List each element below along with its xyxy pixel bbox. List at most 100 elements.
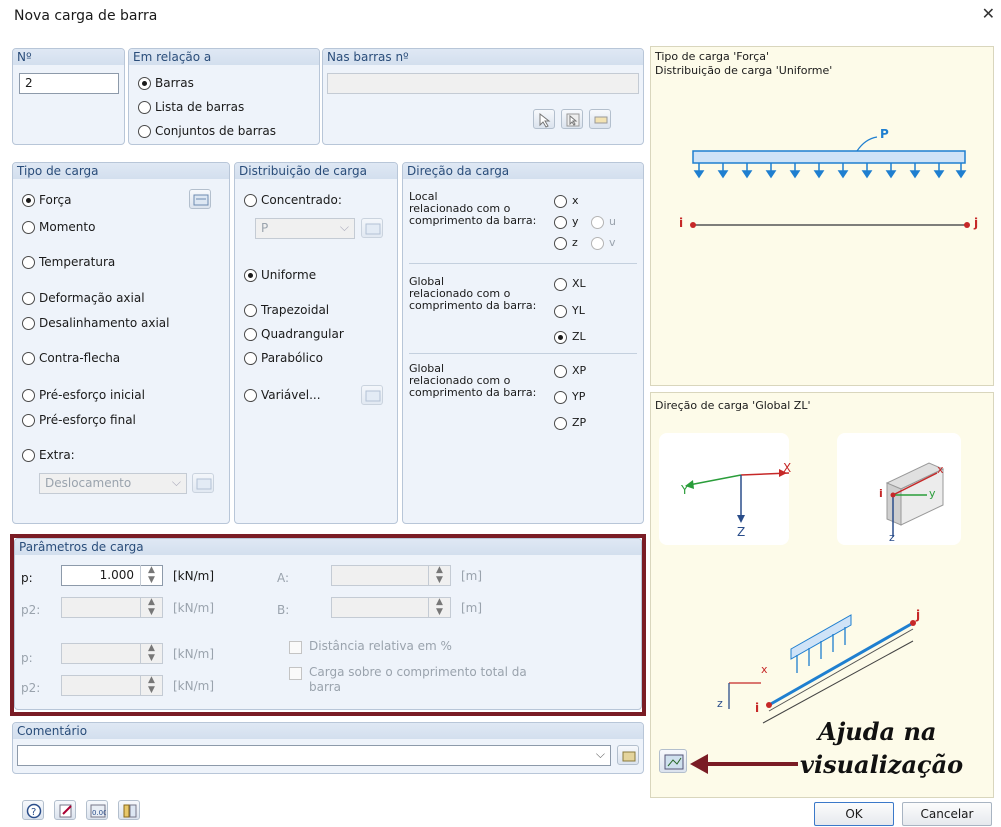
divider [409, 263, 637, 264]
library-icon [622, 751, 636, 762]
direction-panel: Direção da carga Local relacionado com o… [402, 162, 644, 524]
radio-dir-x[interactable] [554, 195, 567, 208]
radio-dir-v[interactable] [591, 237, 604, 250]
global-desc2: comprimento da barra: [409, 299, 537, 312]
radio-concentrado[interactable] [244, 194, 257, 207]
radio-pre-esforco-inicial-label: Pré-esforço inicial [39, 388, 145, 402]
chevron-down-icon: ⌵ [339, 220, 349, 234]
edit-button[interactable] [54, 800, 76, 820]
members-header: Nas barras nº [323, 49, 643, 65]
edit-dialog-icon [193, 194, 209, 206]
radio-pre-esforco-inicial[interactable] [22, 389, 35, 402]
decimal-places-button[interactable]: 0.00 [86, 800, 108, 820]
variable-details-button[interactable] [361, 385, 383, 405]
annotation-arrow [690, 754, 798, 774]
concentrated-dropdown[interactable]: P ⌵ [255, 218, 355, 239]
decimal-icon: 0.00 [90, 804, 106, 818]
local-desc: Local relacionado com o comprimento da b… [409, 191, 536, 227]
radio-deformacao-axial[interactable] [22, 292, 35, 305]
extra-details-button[interactable] [192, 473, 214, 493]
concentrated-dropdown-value: P [261, 221, 269, 235]
visualization-help-button[interactable] [659, 749, 687, 773]
radio-pre-esforco-final[interactable] [22, 414, 35, 427]
load-type-header: Tipo de carga [13, 163, 229, 179]
radio-quadrangular-label: Quadrangular [261, 327, 344, 341]
radio-conjuntos-barras-label: Conjuntos de barras [155, 124, 277, 138]
cursor-multi-icon [566, 113, 580, 127]
radio-dir-xl[interactable] [554, 278, 567, 291]
radio-lista-barras[interactable] [138, 101, 151, 114]
radio-temperatura[interactable] [22, 256, 35, 269]
radio-dir-xp[interactable] [554, 365, 567, 378]
extra-dropdown[interactable]: Deslocamento ⌵ [39, 473, 187, 494]
clear-selection-button[interactable] [589, 109, 611, 129]
radio-forca[interactable] [22, 194, 35, 207]
radio-quadrangular[interactable] [244, 328, 257, 341]
relation-panel: Em relação a Barras Lista de barras Conj… [128, 48, 320, 145]
radio-contra-flecha[interactable] [22, 352, 35, 365]
radio-dir-z[interactable] [554, 237, 567, 250]
radio-barras[interactable] [138, 77, 151, 90]
pick-member-button[interactable] [533, 109, 555, 129]
edit-icon [59, 804, 72, 818]
member-j-label: j [916, 608, 921, 622]
units-button[interactable] [118, 800, 140, 820]
radio-uniforme[interactable] [244, 269, 257, 282]
radio-parabolico-label: Parabólico [261, 351, 323, 365]
edit-dialog-icon [365, 223, 381, 235]
cancel-button[interactable]: Cancelar [902, 802, 992, 826]
radio-contra-flecha-label: Contra-flecha [39, 351, 121, 365]
radio-concentrado-label: Concentrado: [261, 193, 342, 207]
radio-dir-zp[interactable] [554, 417, 567, 430]
comment-library-button[interactable] [617, 745, 639, 765]
help-button[interactable]: ? [22, 800, 44, 820]
radio-momento-label: Momento [39, 220, 96, 234]
concentrated-details-button[interactable] [361, 218, 383, 238]
radio-dir-yl[interactable] [554, 305, 567, 318]
radio-barras-label: Barras [155, 76, 194, 90]
highlight-box [10, 534, 646, 716]
radio-dir-y-label: y [572, 215, 579, 228]
radio-dir-y[interactable] [554, 216, 567, 229]
preview-toggle-icon [664, 754, 684, 770]
radio-extra-label: Extra: [39, 448, 75, 462]
load-type-details-button[interactable] [189, 189, 211, 209]
radio-extra[interactable] [22, 449, 35, 462]
radio-dir-xp-label: XP [572, 364, 587, 377]
radio-dir-xl-label: XL [572, 277, 586, 290]
radio-trapezoidal[interactable] [244, 304, 257, 317]
help-icon: ? [26, 803, 42, 819]
preview-load-panel: Tipo de carga 'Força' Distribuição de ca… [650, 46, 994, 386]
radio-dir-yp-label: YP [572, 390, 586, 403]
uniform-load-diagram [690, 136, 970, 228]
radio-desalinhamento-axial[interactable] [22, 317, 35, 330]
comment-header: Comentário [13, 723, 643, 739]
edit-dialog-icon [365, 390, 381, 402]
load-type-panel: Tipo de carga Força Momento Temperatura … [12, 162, 230, 524]
radio-variavel-label: Variável... [261, 388, 321, 402]
global-desc: Global relacionado com o comprimento da … [409, 276, 536, 312]
radio-conjuntos-barras[interactable] [138, 125, 151, 138]
preview-j-label: j [974, 216, 979, 230]
radio-variavel[interactable] [244, 389, 257, 402]
radio-dir-zl[interactable] [554, 331, 567, 344]
relation-header: Em relação a [129, 49, 319, 65]
units-icon [123, 804, 137, 818]
number-input[interactable]: 2 [19, 73, 119, 94]
ok-button[interactable]: OK [814, 802, 894, 826]
radio-dir-u[interactable] [591, 216, 604, 229]
radio-pre-esforco-final-label: Pré-esforço final [39, 413, 136, 427]
comment-input[interactable]: ⌵ [17, 745, 611, 766]
close-icon[interactable]: ✕ [982, 4, 995, 23]
radio-parabolico[interactable] [244, 352, 257, 365]
svg-text:0.00: 0.00 [92, 809, 106, 817]
radio-trapezoidal-label: Trapezoidal [261, 303, 330, 317]
edit-dialog-icon [196, 478, 212, 490]
members-input[interactable] [327, 73, 639, 94]
cursor-pick-icon [539, 112, 551, 128]
svg-text:?: ? [31, 807, 36, 818]
radio-momento[interactable] [22, 221, 35, 234]
annotation-line1: Ajuda na [818, 717, 937, 746]
pick-multiple-button[interactable] [561, 109, 583, 129]
radio-dir-yp[interactable] [554, 391, 567, 404]
